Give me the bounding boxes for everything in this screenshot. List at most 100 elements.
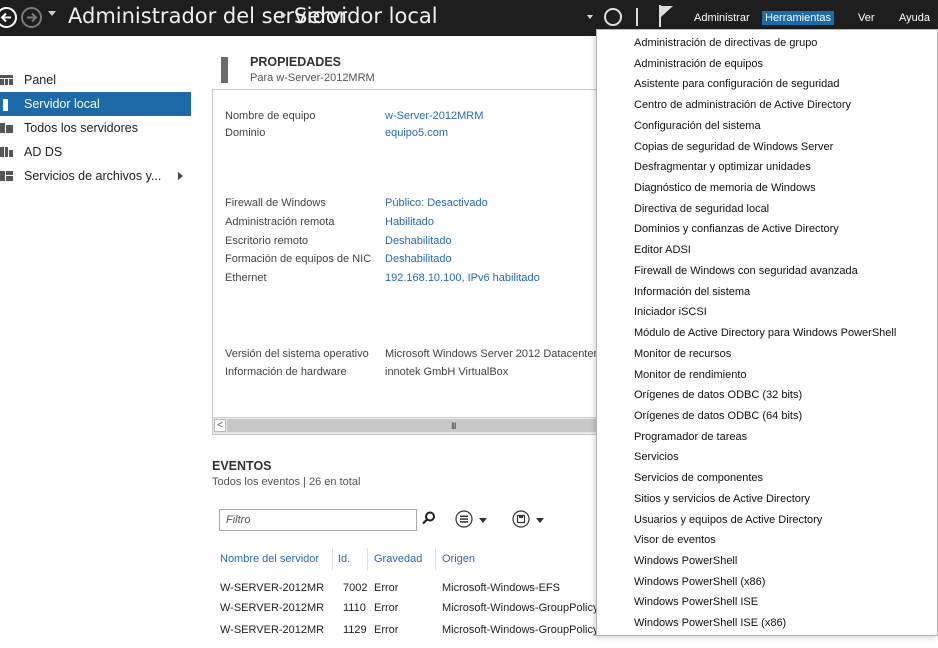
tools-dropdown-menu: Administración de directivas de grupo Ad… xyxy=(596,29,938,636)
prop-value-remote-management[interactable]: Habilitado xyxy=(385,216,434,228)
adds-icon xyxy=(0,147,13,157)
column-header-server-name[interactable]: Nombre del servidor xyxy=(220,553,319,565)
events-panel: Filtro Nombre del servidor Id. Gravedad … xyxy=(212,498,632,648)
column-header-source[interactable]: Origen xyxy=(442,553,475,565)
sidebar-item-label: AD DS xyxy=(24,145,63,159)
menu-item-tool[interactable]: Desfragmentar y optimizar unidades xyxy=(634,161,811,173)
menu-item-tool[interactable]: Centro de administración de Active Direc… xyxy=(634,99,851,111)
sidebar-item-servidor-local[interactable]: Servidor local xyxy=(0,92,191,116)
prop-value-remote-desktop[interactable]: Deshabilitado xyxy=(385,235,452,247)
chevron-down-icon[interactable] xyxy=(587,15,593,19)
menu-item-tool[interactable]: Asistente para configuración de segurida… xyxy=(634,78,839,90)
cell-severity: Error xyxy=(374,602,399,614)
menu-item-tool[interactable]: Orígenes de datos ODBC (64 bits) xyxy=(634,410,802,422)
cell-severity: Error xyxy=(374,624,399,636)
menu-herramientas[interactable]: Herramientas xyxy=(762,11,835,25)
menu-ver[interactable]: Ver xyxy=(855,11,878,25)
sidebar-item-todos-los-servidores[interactable]: Todos los servidores xyxy=(0,116,191,140)
menu-item-tool[interactable]: Editor ADSI xyxy=(634,244,691,256)
menu-item-tool[interactable]: Windows PowerShell ISE (x86) xyxy=(634,617,786,629)
cell-source: Microsoft-Windows-GroupPolicy xyxy=(442,602,599,614)
cell-server-name: W-SERVER-2012MR xyxy=(220,582,325,594)
menu-ayuda[interactable]: Ayuda xyxy=(896,11,933,25)
menu-administrar[interactable]: Administrar xyxy=(691,11,753,25)
menu-item-tool[interactable]: Configuración del sistema xyxy=(634,120,761,132)
menu-item-tool[interactable]: Windows PowerShell xyxy=(634,555,737,567)
cell-id: 1129 xyxy=(343,624,367,636)
prop-value-nic-teaming[interactable]: Deshabilitado xyxy=(385,253,452,265)
table-row[interactable]: W-SERVER-2012MR 7002 Error Microsoft-Win… xyxy=(212,582,632,602)
sidebar-item-servicios-de-archivos[interactable]: Servicios de archivos y... xyxy=(0,164,191,188)
chevron-right-icon[interactable] xyxy=(178,172,183,180)
horizontal-scrollbar[interactable]: < III xyxy=(213,417,631,434)
arrow-left-icon xyxy=(0,12,11,23)
menu-item-tool[interactable]: Administración de directivas de grupo xyxy=(634,37,817,49)
menu-item-tool[interactable]: Módulo de Active Directory para Windows … xyxy=(634,327,896,339)
back-button[interactable] xyxy=(0,7,17,28)
menu-item-tool[interactable]: Monitor de rendimiento xyxy=(634,369,747,381)
properties-title: PROPIEDADES xyxy=(250,55,341,69)
search-icon[interactable] xyxy=(422,511,436,525)
table-row[interactable]: W-SERVER-2012MR 1129 Error Microsoft-Win… xyxy=(212,624,632,644)
menu-item-tool[interactable]: Información del sistema xyxy=(634,286,750,298)
menu-item-tool[interactable]: Firewall de Windows con seguridad avanza… xyxy=(634,265,858,277)
properties-panel: Nombre de equipo w-Server-2012MRM Domini… xyxy=(212,89,632,435)
prop-value-computer-name[interactable]: w-Server-2012MRM xyxy=(385,110,483,122)
column-divider xyxy=(367,548,368,570)
menu-item-tool[interactable]: Diagnóstico de memoria de Windows xyxy=(634,182,816,194)
prop-label-remote-desktop: Escritorio remoto xyxy=(225,235,309,247)
column-divider xyxy=(435,548,436,570)
prop-label-computer-name: Nombre de equipo xyxy=(225,110,316,122)
scroll-grip-icon: III xyxy=(451,421,456,431)
prop-label-nic-teaming: Formación de equipos de NIC xyxy=(225,253,372,265)
server-icon xyxy=(3,99,8,111)
prop-value-domain[interactable]: equipo5.com xyxy=(385,127,448,139)
breadcrumb-separator-icon xyxy=(281,11,286,19)
filter-input[interactable]: Filtro xyxy=(219,509,417,531)
events-title: EVENTOS xyxy=(212,459,272,473)
history-dropdown-icon[interactable] xyxy=(48,11,56,16)
sidebar-item-label: Servidor local xyxy=(24,97,100,111)
scroll-left-button[interactable]: < xyxy=(214,419,226,432)
column-header-severity[interactable]: Gravedad xyxy=(374,553,422,565)
scroll-thumb[interactable] xyxy=(227,419,607,432)
table-row[interactable]: W-SERVER-2012MR 1110 Error Microsoft-Win… xyxy=(212,602,632,622)
menu-item-tool[interactable]: Directiva de seguridad local xyxy=(634,203,769,215)
sidebar-item-ad-ds[interactable]: AD DS xyxy=(0,140,191,164)
prop-label-domain: Dominio xyxy=(225,127,266,139)
save-query-icon[interactable] xyxy=(512,510,530,528)
menu-item-tool[interactable]: Windows PowerShell ISE xyxy=(634,596,758,608)
forward-button[interactable] xyxy=(21,7,42,28)
menu-item-tool[interactable]: Visor de eventos xyxy=(634,534,716,546)
prop-value-ethernet[interactable]: 192.168.10.100, IPv6 habilitado xyxy=(385,272,540,284)
column-divider xyxy=(332,548,333,570)
menu-item-tool[interactable]: Administración de equipos xyxy=(634,58,763,70)
menu-item-tool[interactable]: Orígenes de datos ODBC (32 bits) xyxy=(634,389,802,401)
menu-item-tool[interactable]: Usuarios y equipos de Active Directory xyxy=(634,514,822,526)
refresh-icon[interactable] xyxy=(604,8,622,26)
cell-id: 1110 xyxy=(343,602,366,614)
properties-subtitle: Para w-Server-2012MRM xyxy=(250,72,375,84)
cell-source: Microsoft-Windows-EFS xyxy=(442,582,560,594)
column-header-id[interactable]: Id. xyxy=(338,553,350,565)
menu-item-tool[interactable]: Servicios de componentes xyxy=(634,472,763,484)
notifications-flag-icon[interactable] xyxy=(658,5,674,27)
sidebar-item-label: Servicios de archivos y... xyxy=(24,169,162,183)
sidebar: Panel Servidor local Todos los servidore… xyxy=(0,36,191,636)
chevron-down-icon[interactable] xyxy=(479,518,487,523)
menu-item-tool[interactable]: Sitios y servicios de Active Directory xyxy=(634,493,810,505)
prop-value-firewall[interactable]: Público: Desactivado xyxy=(385,197,488,209)
menu-item-tool[interactable]: Copias de seguridad de Windows Server xyxy=(634,141,833,153)
prop-value-hardware: innotek GmbH VirtualBox xyxy=(385,366,509,378)
menu-item-tool[interactable]: Windows PowerShell (x86) xyxy=(634,576,765,588)
menu-item-tool[interactable]: Monitor de recursos xyxy=(634,348,731,360)
menu-item-tool[interactable]: Iniciador iSCSI xyxy=(634,306,707,318)
list-options-icon[interactable] xyxy=(455,510,473,528)
page-title: Servidor local xyxy=(294,4,438,28)
servers-icon xyxy=(0,123,13,133)
sidebar-item-panel[interactable]: Panel xyxy=(0,68,191,92)
menu-item-tool[interactable]: Servicios xyxy=(634,451,679,463)
menu-item-tool[interactable]: Dominios y confianzas de Active Director… xyxy=(634,223,839,235)
menu-item-tool[interactable]: Programador de tareas xyxy=(634,431,747,443)
chevron-down-icon[interactable] xyxy=(536,518,544,523)
